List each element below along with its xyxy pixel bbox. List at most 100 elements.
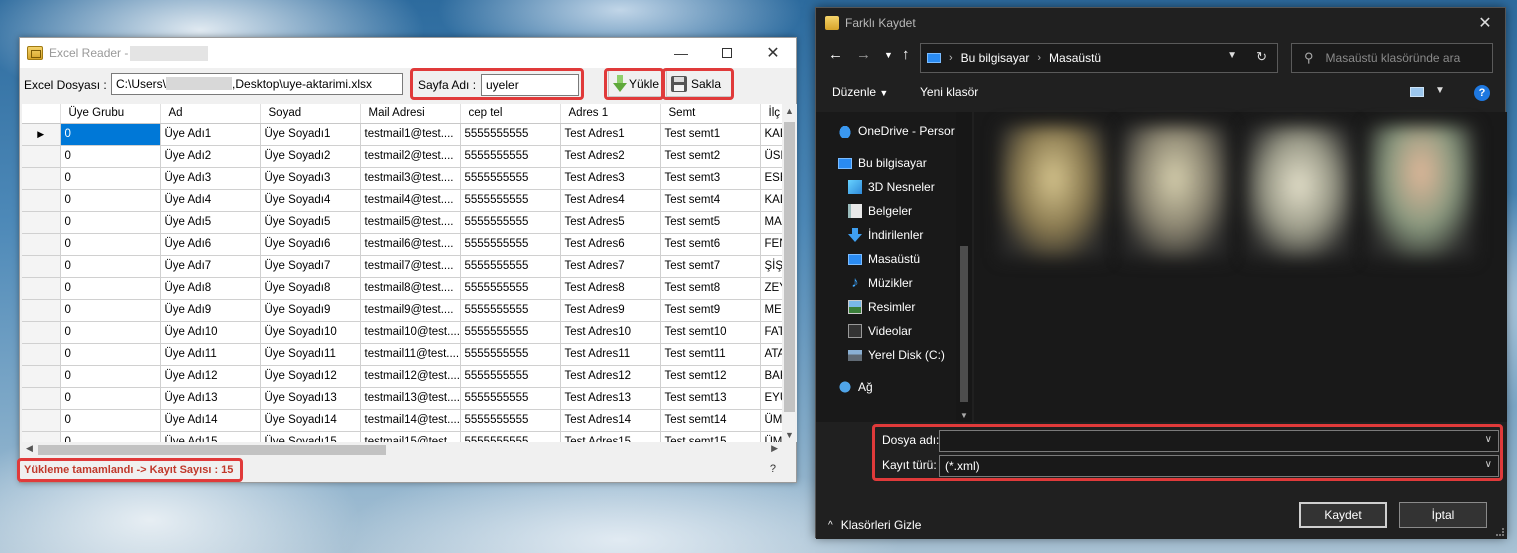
table-cell[interactable]: 0 xyxy=(60,211,161,234)
table-cell[interactable]: Test Adres6 xyxy=(560,233,661,256)
scroll-down-icon[interactable]: ▼ xyxy=(785,430,794,440)
recent-dropdown-icon[interactable]: ▼ xyxy=(884,50,893,60)
table-cell[interactable]: 0 xyxy=(60,365,161,388)
table-cell[interactable]: Üye Soyadı3 xyxy=(260,167,361,190)
table-cell[interactable]: testmail12@test.... xyxy=(360,365,461,388)
table-cell[interactable]: Test semt15 xyxy=(660,431,761,442)
sheet-name-input[interactable]: uyeler xyxy=(481,74,579,96)
horizontal-scrollbar[interactable]: ◀ ▶ xyxy=(22,442,782,457)
table-cell[interactable]: Üye Soyadı4 xyxy=(260,189,361,212)
table-cell[interactable]: ATA xyxy=(760,343,782,366)
table-cell[interactable]: Test Adres1 xyxy=(560,123,661,146)
table-cell[interactable]: Üye Adı5 xyxy=(160,211,261,234)
table-cell[interactable]: Üye Adı4 xyxy=(160,189,261,212)
table-cell[interactable]: 0 xyxy=(60,343,161,366)
table-cell[interactable]: Test semt11 xyxy=(660,343,761,366)
row-header[interactable] xyxy=(22,145,61,168)
current-row-indicator-icon[interactable]: ▶ xyxy=(22,123,61,146)
table-cell[interactable]: testmail6@test.... xyxy=(360,233,461,256)
table-cell[interactable]: Üye Adı11 xyxy=(160,343,261,366)
horizontal-scroll-thumb[interactable] xyxy=(38,445,386,455)
table-cell[interactable]: 5555555555 xyxy=(460,387,561,410)
table-row[interactable]: 0 Üye Adı8 Üye Soyadı8 testmail8@test.... 55… xyxy=(22,277,782,300)
table-cell[interactable]: FEN xyxy=(760,233,782,256)
sidebar-item-3d-objects[interactable]: 3D Nesneler xyxy=(848,180,935,194)
maximize-button[interactable] xyxy=(704,38,750,68)
table-cell[interactable]: Üye Soyadı7 xyxy=(260,255,361,278)
table-cell[interactable]: testmail13@test.... xyxy=(360,387,461,410)
table-row[interactable]: 0 Üye Adı11 Üye Soyadı11 testmail11@test...… xyxy=(22,343,782,366)
column-header[interactable]: Ad xyxy=(160,104,261,124)
row-header[interactable] xyxy=(22,233,61,256)
row-header[interactable] xyxy=(22,365,61,388)
table-cell[interactable]: 0 xyxy=(60,387,161,410)
table-cell[interactable]: Üye Adı13 xyxy=(160,387,261,410)
table-cell[interactable]: Üye Soyadı12 xyxy=(260,365,361,388)
sidebar-item-onedrive[interactable]: OneDrive - Persor xyxy=(838,124,955,138)
table-cell[interactable]: Üye Adı1 xyxy=(160,123,261,146)
table-cell[interactable]: Test semt12 xyxy=(660,365,761,388)
table-cell[interactable]: KAD xyxy=(760,123,782,146)
table-row[interactable]: ▶ 0 Üye Adı1 Üye Soyadı1 testmail1@test.... 5… xyxy=(22,123,782,146)
table-cell[interactable]: Üye Soyadı6 xyxy=(260,233,361,256)
chevron-down-icon[interactable]: ∨ xyxy=(1485,459,1492,470)
table-cell[interactable]: Test Adres12 xyxy=(560,365,661,388)
table-cell[interactable]: 5555555555 xyxy=(460,299,561,322)
row-header[interactable] xyxy=(22,189,61,212)
table-cell[interactable]: 5555555555 xyxy=(460,277,561,300)
table-cell[interactable]: 0 xyxy=(60,255,161,278)
table-cell[interactable]: Test Adres10 xyxy=(560,321,661,344)
scroll-right-icon[interactable]: ▶ xyxy=(771,443,778,454)
table-cell[interactable]: ŞİŞ xyxy=(760,255,782,278)
table-cell[interactable]: testmail9@test.... xyxy=(360,299,461,322)
table-row[interactable]: 0 Üye Adı3 Üye Soyadı3 testmail3@test.... 55… xyxy=(22,167,782,190)
up-arrow-icon[interactable]: ↑ xyxy=(902,46,910,63)
table-cell[interactable]: testmail1@test.... xyxy=(360,123,461,146)
table-cell[interactable]: Üye Adı8 xyxy=(160,277,261,300)
row-header[interactable] xyxy=(22,167,61,190)
back-arrow-icon[interactable]: ← xyxy=(828,46,843,63)
table-cell[interactable]: Test Adres8 xyxy=(560,277,661,300)
table-cell[interactable]: Test semt1 xyxy=(660,123,761,146)
table-cell[interactable]: Üye Adı14 xyxy=(160,409,261,432)
row-header[interactable] xyxy=(22,431,61,442)
table-cell[interactable]: Üye Soyadı2 xyxy=(260,145,361,168)
table-cell[interactable]: testmail11@test.... xyxy=(360,343,461,366)
sidebar-item-local-disk[interactable]: Yerel Disk (C:) xyxy=(848,348,945,362)
sidebar-item-videos[interactable]: Videolar xyxy=(848,324,912,338)
dialog-close-button[interactable]: ✕ xyxy=(1465,8,1505,38)
scroll-down-icon[interactable]: ▼ xyxy=(960,411,968,420)
table-cell[interactable]: Test semt8 xyxy=(660,277,761,300)
file-list[interactable] xyxy=(974,112,1507,422)
table-cell[interactable]: Test Adres11 xyxy=(560,343,661,366)
table-cell[interactable]: Üye Soyadı8 xyxy=(260,277,361,300)
resize-grip[interactable] xyxy=(1496,528,1504,536)
table-cell[interactable]: testmail14@test.... xyxy=(360,409,461,432)
table-cell[interactable]: testmail7@test.... xyxy=(360,255,461,278)
table-cell[interactable]: Üye Soyadı13 xyxy=(260,387,361,410)
table-cell[interactable]: Üye Soyadı9 xyxy=(260,299,361,322)
address-dropdown-icon[interactable]: ▼ xyxy=(1227,50,1237,61)
sidebar-item-music[interactable]: ♪ Müzikler xyxy=(848,275,912,290)
sidebar-scroll-thumb[interactable] xyxy=(960,246,968,402)
sidebar-item-network[interactable]: Ağ xyxy=(838,380,873,394)
table-cell[interactable]: Test Adres5 xyxy=(560,211,661,234)
load-button[interactable]: Yükle xyxy=(608,70,664,97)
vertical-scroll-thumb[interactable] xyxy=(784,122,795,412)
sidebar-item-desktop[interactable]: Masaüstü xyxy=(848,252,920,266)
table-cell[interactable]: testmail2@test.... xyxy=(360,145,461,168)
organize-menu[interactable]: Düzenle ▼ xyxy=(832,85,888,99)
table-cell[interactable]: 0 xyxy=(60,277,161,300)
file-thumbnail[interactable] xyxy=(1122,126,1228,258)
table-cell[interactable]: Üye Soyadı1 xyxy=(260,123,361,146)
table-cell[interactable]: Test semt9 xyxy=(660,299,761,322)
table-row[interactable]: 0 Üye Adı14 Üye Soyadı14 testmail14@test...… xyxy=(22,409,782,432)
table-cell[interactable]: 5555555555 xyxy=(460,167,561,190)
table-row[interactable]: 0 Üye Adı15 Üye Soyadı15 testmail15@test...… xyxy=(22,431,782,442)
close-button[interactable]: ✕ xyxy=(750,38,796,68)
table-cell[interactable]: 5555555555 xyxy=(460,211,561,234)
minimize-button[interactable]: — xyxy=(658,38,704,68)
table-cell[interactable]: Test semt13 xyxy=(660,387,761,410)
table-cell[interactable]: Test Adres14 xyxy=(560,409,661,432)
table-cell[interactable]: EYÜ xyxy=(760,387,782,410)
